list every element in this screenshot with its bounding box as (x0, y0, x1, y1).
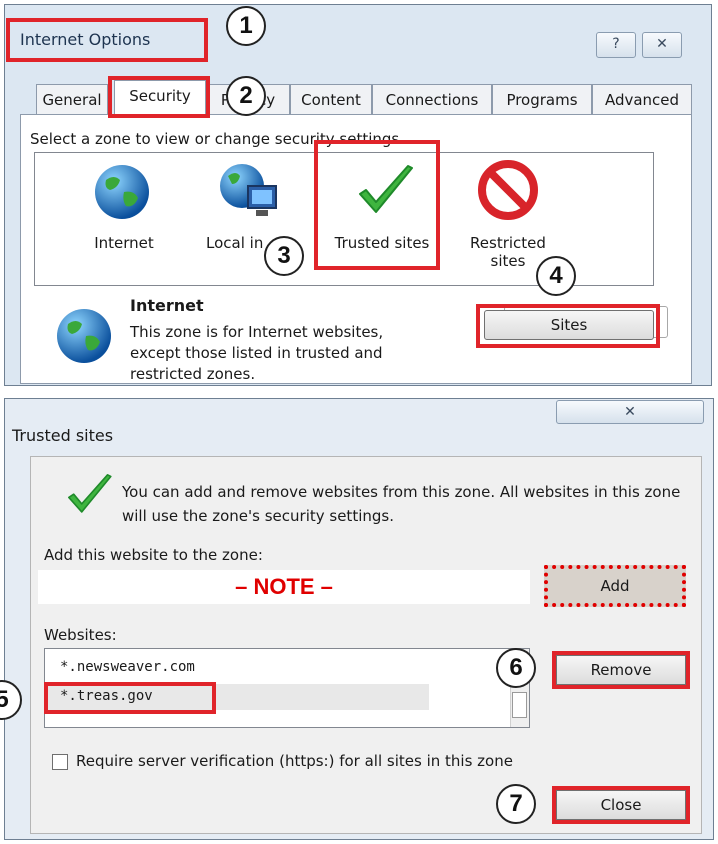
highlight-remove-button (552, 651, 690, 689)
zone-internet-label[interactable]: Internet (86, 234, 162, 252)
globe-icon[interactable] (92, 162, 152, 226)
highlight-trusted-sites (314, 140, 440, 270)
step-marker: 3 (264, 236, 304, 276)
step-marker: 4 (536, 256, 576, 296)
highlight-security-tab (108, 76, 210, 118)
tab-connections[interactable]: Connections (372, 84, 492, 114)
step-marker: 2 (226, 76, 266, 116)
highlight-treas-gov (44, 682, 216, 714)
add-website-label: Add this website to the zone: (44, 546, 263, 564)
help-button[interactable]: ? (596, 32, 636, 58)
trusted-sites-close-icon[interactable]: ✕ (556, 400, 704, 424)
local-intranet-icon[interactable] (216, 160, 282, 226)
step-marker: 1 (226, 6, 266, 46)
add-button[interactable]: Add (544, 565, 686, 607)
tab-general[interactable]: General (36, 84, 108, 114)
list-item[interactable]: *.newsweaver.com (60, 659, 195, 675)
step-marker: 6 (496, 648, 536, 688)
checkmark-icon (64, 470, 114, 524)
list-scrollbar-thumb[interactable] (512, 692, 527, 718)
tab-content[interactable]: Content (290, 84, 372, 114)
step-marker: 7 (496, 784, 536, 824)
tab-programs[interactable]: Programs (492, 84, 592, 114)
trusted-sites-intro: You can add and remove websites from thi… (122, 483, 681, 525)
tab-advanced[interactable]: Advanced (592, 84, 692, 114)
trusted-sites-title: Trusted sites (12, 426, 114, 445)
highlight-close-button (552, 786, 690, 824)
highlight-sites-button (476, 304, 660, 348)
websites-label: Websites: (44, 626, 117, 644)
website-input[interactable]: – NOTE – (38, 570, 530, 604)
no-entry-icon[interactable] (478, 160, 538, 224)
require-verification-checkbox[interactable] (52, 754, 68, 770)
close-window-button[interactable]: ✕ (642, 32, 682, 58)
highlight-window-title (6, 18, 208, 62)
require-verification-label[interactable]: Require server verification (https:) for… (76, 752, 513, 770)
selected-zone-name: Internet (130, 296, 204, 315)
selected-zone-globe-icon (54, 306, 114, 370)
selected-zone-description: This zone is for Internet websites, exce… (130, 323, 384, 383)
